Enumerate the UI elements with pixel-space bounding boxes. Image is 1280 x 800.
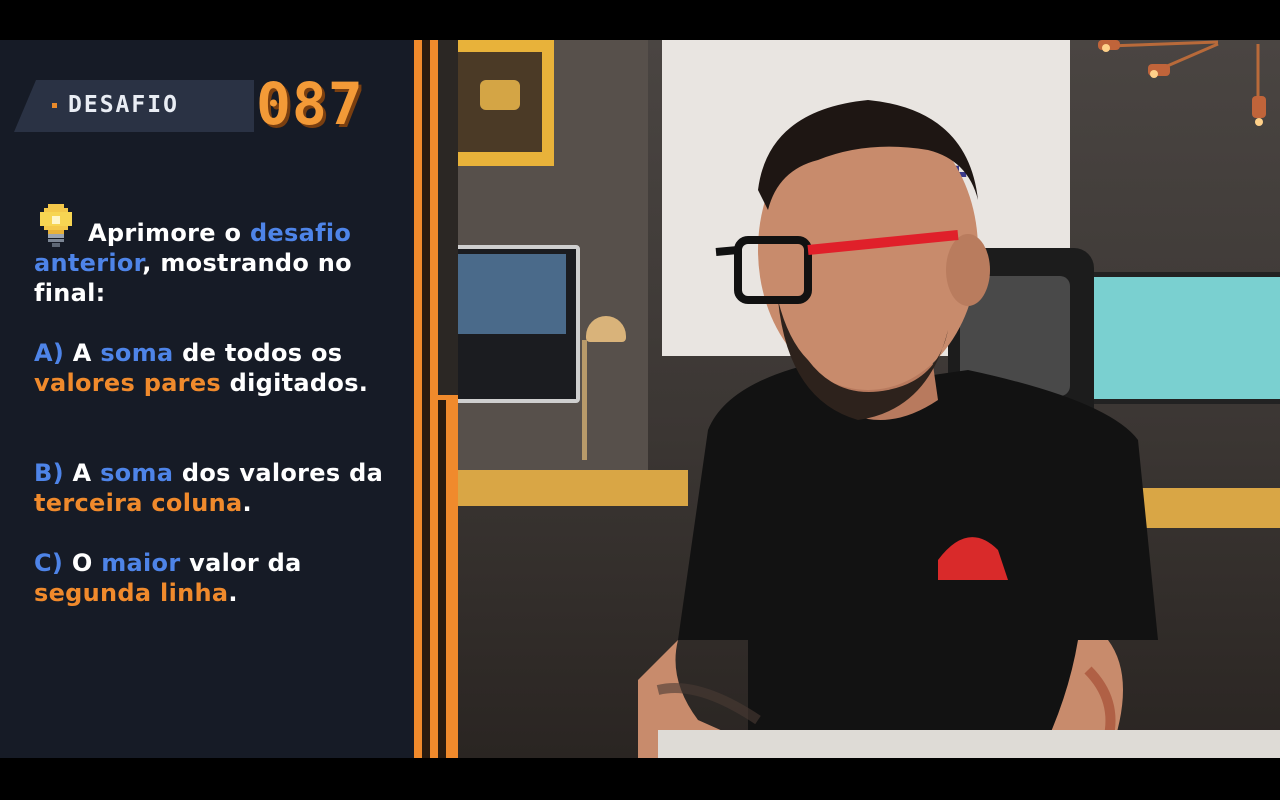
presenter bbox=[638, 100, 1158, 758]
challenge-label: DESAFIO bbox=[68, 92, 179, 118]
challenge-item-b: B) A soma dos valores da terceira coluna… bbox=[34, 459, 384, 517]
video-scene: t bbox=[458, 40, 1280, 758]
video-frame: DESAFIO 087 Aprimore o desafio anterior,… bbox=[0, 40, 1280, 758]
divider-strip-shadow bbox=[422, 40, 430, 758]
challenge-item-a: A) A soma de todos os valores pares digi… bbox=[34, 339, 369, 397]
desk-lamp-pole bbox=[582, 340, 587, 460]
divider-step-shadow bbox=[438, 400, 446, 758]
left-monitor-screen bbox=[458, 254, 566, 334]
desk-front bbox=[658, 730, 1280, 758]
challenge-panel: DESAFIO 087 Aprimore o desafio anterior,… bbox=[0, 40, 418, 758]
challenge-number: 087 bbox=[256, 70, 364, 138]
challenge-intro: Aprimore o desafio anterior, mostrando n… bbox=[34, 219, 352, 307]
badge-dot-icon bbox=[52, 103, 57, 108]
challenge-item-c: C) O maior valor da segunda linha. bbox=[34, 549, 302, 607]
play-button-icon bbox=[480, 80, 520, 110]
